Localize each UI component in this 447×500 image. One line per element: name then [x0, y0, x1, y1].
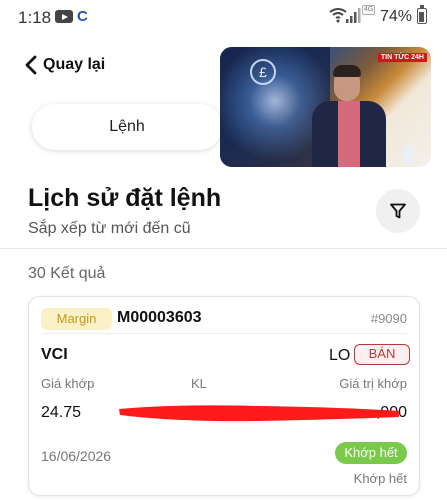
status-badge: Khớp hết: [335, 442, 407, 464]
matched-value-label: Giá trị khớp: [339, 376, 407, 391]
matched-price-value: 24.75: [41, 404, 82, 421]
section-divider: [0, 248, 447, 249]
filter-icon: [390, 203, 406, 219]
stock-symbol: VCI: [41, 346, 68, 363]
pound-coin-icon: £: [250, 59, 276, 85]
status-time: 1:18: [18, 8, 52, 27]
back-label: Quay lại: [43, 56, 106, 73]
quantity-label: KL: [191, 376, 207, 391]
chevron-left-icon: [25, 55, 37, 75]
card-divider: [41, 333, 407, 334]
order-date: 16/06/2026: [41, 448, 112, 464]
order-type: LO: [329, 347, 351, 364]
order-card[interactable]: Margin M00003603 #9090 VCI LO BÁN Giá kh…: [28, 296, 420, 496]
network-type-badge: 4G: [362, 5, 376, 15]
page-title: Lịch sử đặt lệnh: [28, 184, 222, 212]
side-badge: BÁN: [354, 344, 410, 365]
tab-orders-label: Lệnh: [109, 118, 145, 135]
status-bar: 1:18 C 4G 74%: [0, 0, 447, 34]
back-button[interactable]: Quay lại: [24, 55, 105, 75]
youtube-icon: [55, 10, 73, 23]
battery-percent: 74%: [380, 8, 413, 25]
video-presenter-shirt: [338, 101, 360, 167]
video-presenter-hair: [333, 65, 361, 77]
matched-price-label: Giá khớp: [41, 376, 95, 391]
video-player[interactable]: £ TIN TỨC 24H: [220, 47, 431, 167]
video-glass: [403, 145, 413, 163]
result-count: 30 Kết quả: [28, 265, 106, 282]
filter-button[interactable]: [376, 189, 420, 233]
signal-icon: [346, 8, 361, 23]
order-id: M00003603: [117, 309, 202, 326]
order-number: #9090: [370, 311, 407, 326]
status-text: Khớp hết: [353, 471, 407, 486]
account-type-badge: Margin: [41, 308, 112, 330]
redaction-mark: [119, 405, 399, 422]
sort-subtitle: Sắp xếp từ mới đến cũ: [28, 220, 191, 237]
tab-orders[interactable]: Lệnh: [32, 104, 222, 150]
battery-icon: [417, 5, 427, 24]
video-channel-badge: TIN TỨC 24H: [377, 53, 427, 62]
app-c-icon: C: [77, 8, 88, 25]
